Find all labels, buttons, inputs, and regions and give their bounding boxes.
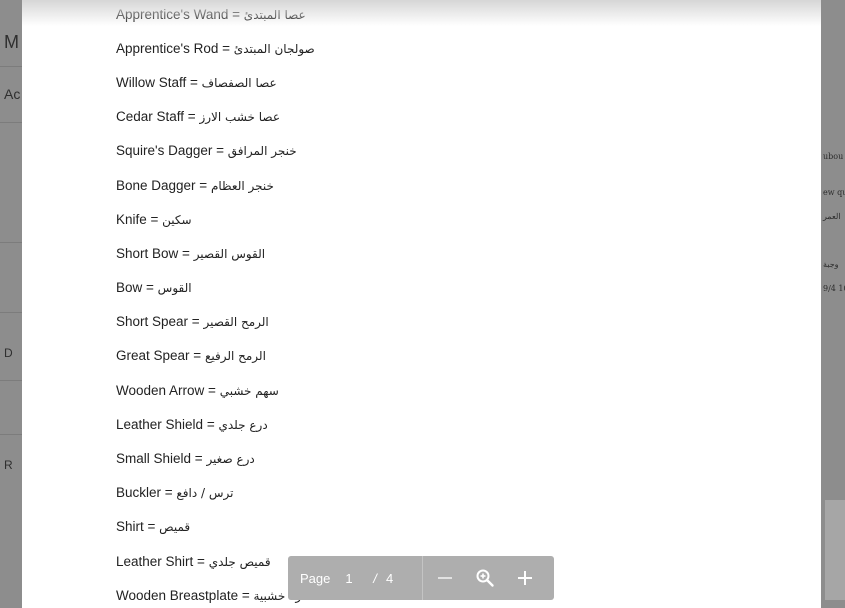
background-fragment: 9/4 10 [823,284,845,293]
arabic-term: عصا المبتدئ [243,8,306,22]
list-item: Leather Shield = درع جلدي [116,417,268,432]
zoom-in-icon [518,571,532,585]
english-term: Cedar Staff = [116,109,196,124]
document-page: Apprentice's Wand = عصا المبتدئ Apprenti… [22,0,821,608]
background-fragment: R [4,458,13,472]
background-fragment: M [4,32,19,52]
english-term: Great Spear = [116,348,202,363]
zoom-out-icon [438,577,452,579]
english-term: Short Spear = [116,314,200,329]
english-term: Bow = [116,280,154,295]
background-fragment: ew qu [823,188,845,197]
list-item: Bow = القوس [116,280,192,295]
arabic-term: الرمح القصير [203,315,269,329]
toolbar-divider [422,556,423,600]
arabic-term: القوس القصير [193,247,266,261]
list-item: Bone Dagger = خنجر العظام [116,178,274,193]
list-item: Great Spear = الرمح الرفيع [116,348,266,363]
arabic-term: درع جلدي [218,418,268,432]
english-term: Shirt = [116,519,156,534]
list-item: Short Bow = القوس القصير [116,246,265,261]
english-term: Willow Staff = [116,75,198,90]
arabic-term: الرمح الرفيع [204,349,266,363]
background-fragment: العمر [823,212,841,221]
background-fragment: ubou [823,152,844,161]
list-item: Shirt = قميص [116,519,190,534]
list-item: Apprentice's Rod = صولجان المبتدئ [116,41,315,56]
arabic-term: خنجر المرافق [227,144,297,158]
background-thumbnail [825,500,845,600]
arabic-term: القوس [157,281,192,295]
arabic-term: عصا الصفصاف [201,76,277,90]
page-separator: / [373,570,377,586]
english-term: Apprentice's Wand = [116,7,241,22]
zoom-in-button[interactable] [505,556,545,600]
english-term: Leather Shirt = [116,554,205,569]
arabic-term: خنجر العظام [210,179,274,193]
list-item: Knife = سكين [116,212,192,227]
list-item: Short Spear = الرمح القصير [116,314,269,329]
english-term: Apprentice's Rod = [116,41,231,56]
page-number-input[interactable]: 1 [334,571,364,586]
english-term: Short Bow = [116,246,190,261]
list-item: Leather Shirt = قميص جلدي [116,554,271,569]
arabic-term: قميص [159,520,191,534]
background-right-panel: ubou ew qu العمر وجبة 9/4 10 [821,0,845,608]
list-item: Buckler = ترس / دافع [116,485,234,500]
zoom-out-button[interactable] [425,556,465,600]
arabic-term: عصا خشب الارز [199,110,280,124]
english-term: Buckler = [116,485,173,500]
english-term: Knife = [116,212,159,227]
background-fragment: Ac [4,86,21,102]
arabic-term: سهم خشبي [219,384,279,398]
arabic-term: ترس / دافع [176,486,234,500]
english-term: Small Shield = [116,451,203,466]
page-label: Page [300,570,331,586]
pdf-toolbar: Page 1 / 4 [288,556,554,600]
list-item: Willow Staff = عصا الصفصاف [116,75,277,90]
zoom-reset-button[interactable] [465,556,505,600]
english-term: Bone Dagger = [116,178,208,193]
background-left-panel: M Ac D R [0,0,22,608]
total-pages: 4 [386,570,394,586]
zoom-icon [476,569,494,587]
background-fragment: D [4,346,13,360]
list-item: Squire's Dagger = خنجر المرافق [116,143,297,158]
english-term: Wooden Arrow = [116,383,216,398]
list-item: Small Shield = درع صغير [116,451,255,466]
english-term: Leather Shield = [116,417,215,432]
list-item: Wooden Arrow = سهم خشبي [116,383,279,398]
arabic-term: صولجان المبتدئ [233,42,315,56]
arabic-term: قميص جلدي [208,555,271,569]
english-term: Squire's Dagger = [116,143,225,158]
english-term: Wooden Breastplate = [116,588,250,603]
background-fragment: وجبة [823,260,839,269]
list-item: Apprentice's Wand = عصا المبتدئ [116,7,306,22]
arabic-term: درع صغير [206,452,255,466]
arabic-term: سكين [162,213,192,227]
list-item: Cedar Staff = عصا خشب الارز [116,109,280,124]
